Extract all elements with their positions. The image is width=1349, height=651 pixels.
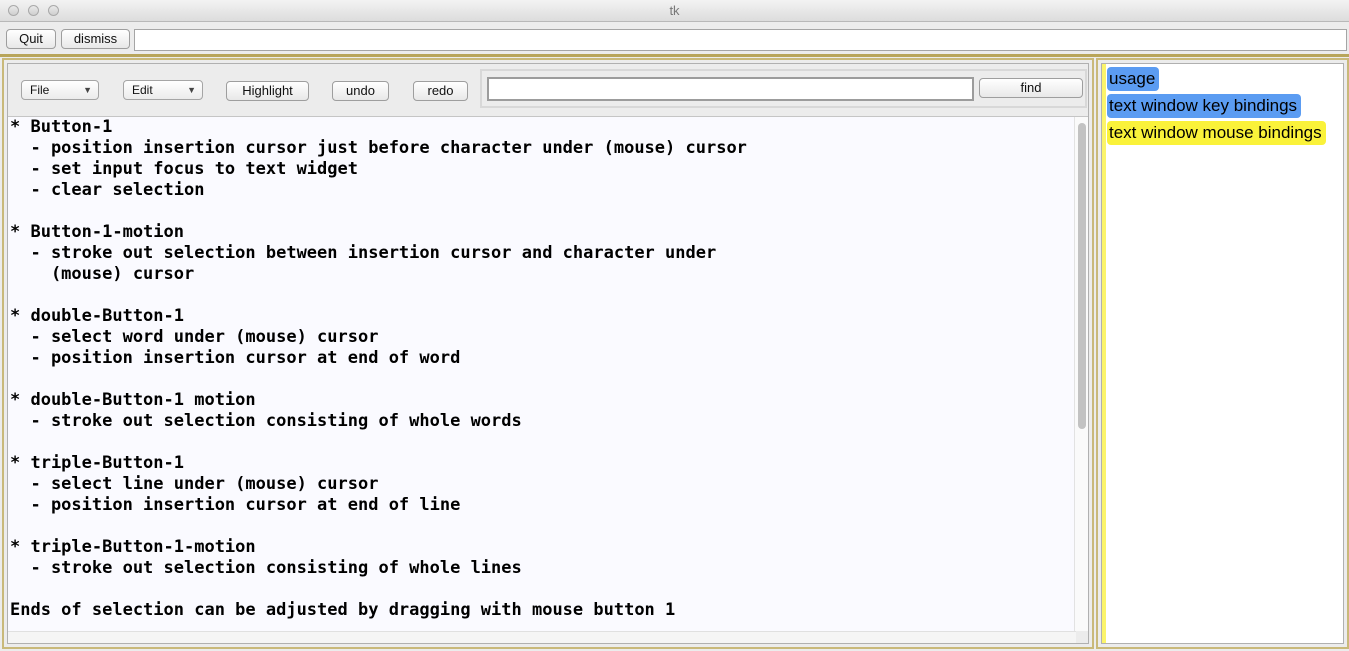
find-frame: find [480,69,1087,108]
scrollbar-thumb[interactable] [1078,123,1086,429]
text-window-pane: File ▼ Edit ▼ Highlight undo redo find *… [2,58,1094,649]
topics-pane: usage text window key bindings text wind… [1096,58,1349,649]
redo-button[interactable]: redo [413,81,468,101]
file-menu-label: File [30,83,50,97]
edit-menu-button[interactable]: Edit ▼ [123,80,203,100]
quit-button[interactable]: Quit [6,29,56,49]
dropdown-arrow-icon: ▼ [187,85,196,95]
selection-indicator [1102,64,1106,643]
command-entry[interactable] [134,29,1347,51]
vertical-scrollbar[interactable] [1074,117,1088,631]
topic-key-bindings[interactable]: text window key bindings [1107,94,1302,118]
help-text-area[interactable]: * Button-1 - position insertion cursor j… [8,117,1076,631]
find-input[interactable] [487,77,974,101]
file-menu-button[interactable]: File ▼ [21,80,99,100]
title-bar: tk [0,0,1349,22]
help-text-content: * Button-1 - position insertion cursor j… [10,117,747,620]
divider [0,54,1349,57]
find-button[interactable]: find [979,78,1083,98]
dropdown-arrow-icon: ▼ [83,85,92,95]
text-window-frame: File ▼ Edit ▼ Highlight undo redo find *… [7,63,1089,644]
text-toolbar: File ▼ Edit ▼ Highlight undo redo find [8,64,1088,117]
topic-mouse-bindings[interactable]: text window mouse bindings [1107,121,1326,145]
dismiss-button[interactable]: dismiss [61,29,130,49]
undo-button[interactable]: undo [332,81,389,101]
top-button-bar: Quit dismiss [0,22,1349,56]
topic-usage[interactable]: usage [1107,67,1160,91]
highlight-button[interactable]: Highlight [226,81,309,101]
edit-menu-label: Edit [132,83,153,97]
horizontal-scrollbar[interactable] [8,631,1076,643]
window-title: tk [669,3,680,18]
topics-list: usage text window key bindings text wind… [1101,63,1344,644]
